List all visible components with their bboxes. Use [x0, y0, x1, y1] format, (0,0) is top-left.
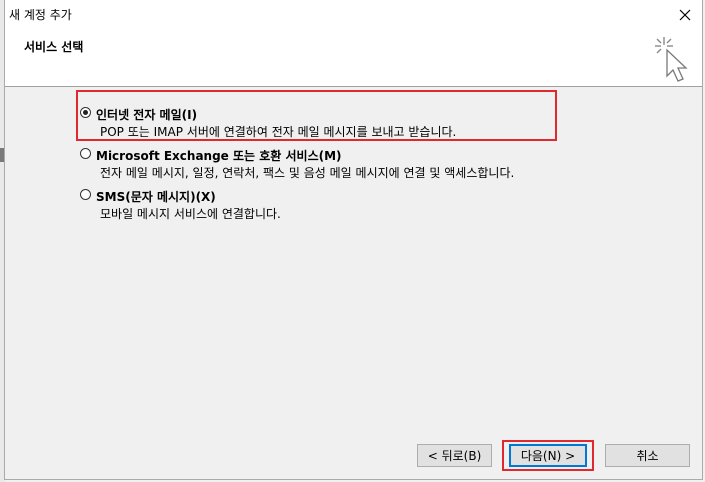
option-label: Microsoft Exchange 또는 호환 서비스(M) — [96, 149, 342, 163]
radio-internet-email[interactable] — [80, 107, 91, 118]
option-label: 인터넷 전자 메일(I) — [96, 108, 198, 122]
back-button[interactable]: < 뒤로(B) — [417, 444, 492, 467]
add-account-dialog: 새 계정 추가 서비스 선택 인터넷 전자 메일(I) POP 또는 IMAP … — [4, 0, 703, 480]
wizard-header: 서비스 선택 — [5, 30, 702, 87]
title-bar: 새 계정 추가 — [5, 0, 702, 30]
page-title: 서비스 선택 — [24, 40, 84, 54]
cancel-button[interactable]: 취소 — [605, 444, 690, 467]
option-description: 모바일 메시지 서비스에 연결합니다. — [100, 207, 281, 221]
option-description: 전자 메일 메시지, 일정, 연락처, 팩스 및 음성 메일 메시지에 연결 및… — [100, 166, 515, 180]
next-button[interactable]: 다음(N) > — [509, 444, 587, 467]
option-label: SMS(문자 메시지)(X) — [96, 190, 216, 204]
radio-sms[interactable] — [80, 189, 91, 200]
window-title: 새 계정 추가 — [9, 8, 72, 22]
radio-exchange[interactable] — [80, 148, 91, 159]
option-description: POP 또는 IMAP 서버에 연결하여 전자 메일 메시지를 보내고 받습니다… — [100, 125, 457, 139]
close-button[interactable] — [668, 0, 702, 30]
close-icon — [679, 9, 691, 21]
wizard-sparkle-cursor-icon — [655, 37, 688, 82]
